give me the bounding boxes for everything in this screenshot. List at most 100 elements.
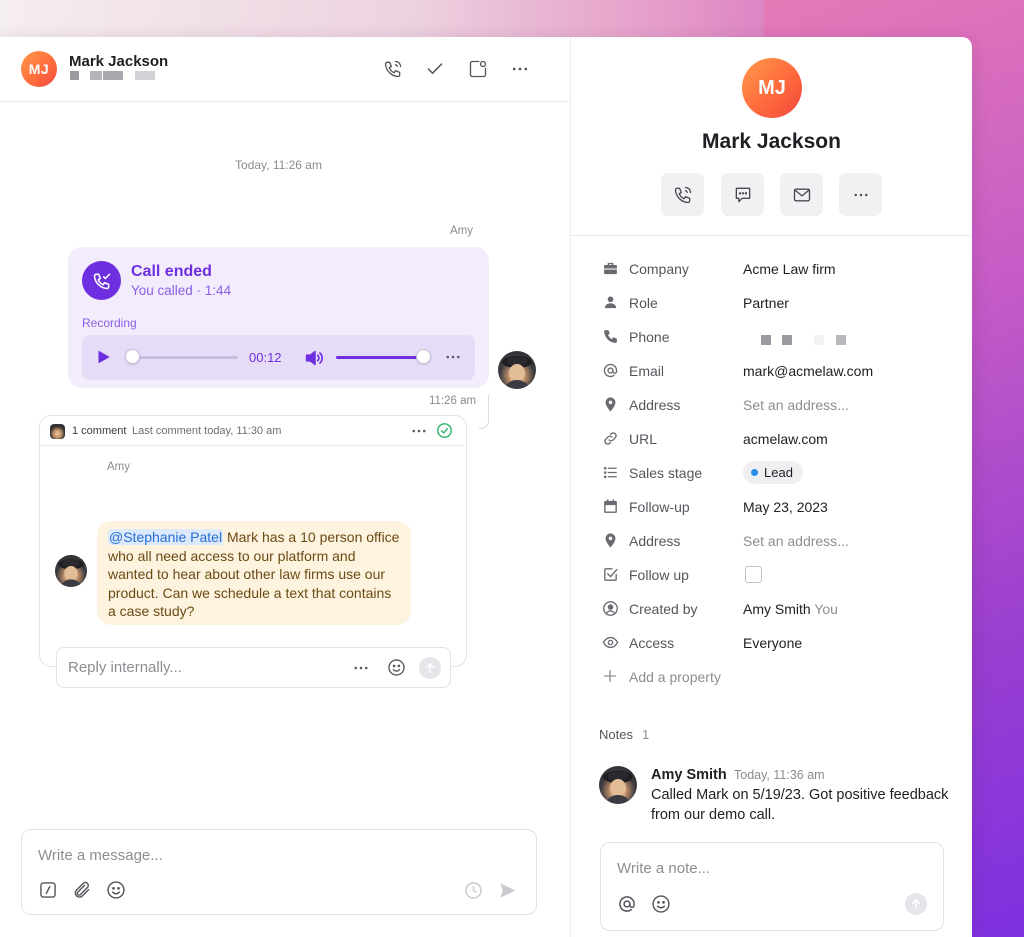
resolve-thread-button[interactable] <box>436 422 453 439</box>
property-value[interactable]: May 23, 2023 <box>743 499 828 515</box>
attach-button[interactable] <box>72 880 92 900</box>
phone-icon <box>383 59 403 79</box>
property-label: Follow up <box>629 567 689 583</box>
property-value[interactable]: Everyone <box>743 635 802 651</box>
play-button[interactable] <box>94 348 112 366</box>
composer-placeholder: Write a message... <box>38 847 163 864</box>
message-sender: Amy <box>450 225 473 237</box>
reply-send-button[interactable] <box>419 657 441 679</box>
more-icon <box>852 186 870 204</box>
property-label: Phone <box>629 329 670 345</box>
property-value[interactable]: Set an address... <box>743 533 849 549</box>
sales-stage-pill[interactable]: Lead <box>743 461 803 484</box>
plus-icon <box>601 667 619 685</box>
note-time: Today, 11:36 am <box>734 768 825 782</box>
property-follow-up-flag[interactable]: Follow up <box>571 558 972 592</box>
note-placeholder: Write a note... <box>617 860 711 877</box>
reply-more-button[interactable] <box>352 659 370 677</box>
phone-icon <box>601 327 619 345</box>
calendar-icon <box>601 497 619 515</box>
profile-message-button[interactable] <box>721 173 764 216</box>
property-sales-stage[interactable]: Sales stage Lead <box>571 456 972 490</box>
play-icon <box>94 348 112 366</box>
property-value[interactable]: Acme Law firm <box>743 261 836 277</box>
property-role[interactable]: Role Partner <box>571 286 972 320</box>
at-icon <box>601 361 619 379</box>
playback-scrubber[interactable] <box>125 349 140 364</box>
contact-details-pane: MJ Mark Jackson Company Acme Law firm Ro… <box>571 37 972 937</box>
volume-track[interactable] <box>336 356 428 359</box>
more-icon <box>510 59 530 79</box>
note-emoji-button[interactable] <box>651 894 671 914</box>
property-value[interactable]: Amy Smith You <box>743 601 838 617</box>
property-value[interactable]: acmelaw.com <box>743 431 828 447</box>
comment-bubble: @Stephanie Patel Mark has a 10 person of… <box>97 521 411 625</box>
property-phone[interactable]: Phone <box>571 320 972 354</box>
last-comment-label: Last comment today, 11:30 am <box>132 425 282 437</box>
mention-tag[interactable]: @Stephanie Patel <box>108 529 224 545</box>
property-access[interactable]: Access Everyone <box>571 626 972 660</box>
add-property-label: Add a property <box>629 669 721 685</box>
call-button[interactable] <box>382 58 404 80</box>
volume-slider-knob[interactable] <box>416 349 432 364</box>
recording-label: Recording <box>82 316 137 330</box>
property-address-2[interactable]: Address Set an address... <box>571 524 972 558</box>
stage-dot <box>751 469 758 476</box>
property-email[interactable]: Email mark@acmelaw.com <box>571 354 972 388</box>
call-ended-card: Call ended You called · 1:44 Recording 0… <box>68 247 489 388</box>
notes-title: Notes <box>599 727 633 742</box>
more-options-button[interactable] <box>509 58 531 80</box>
property-value[interactable]: Partner <box>743 295 789 311</box>
write-note-input[interactable]: Write a note... <box>600 842 944 931</box>
profile-call-button[interactable] <box>661 173 704 216</box>
property-created-by[interactable]: Created by Amy Smith You <box>571 592 972 626</box>
add-property-button[interactable]: Add a property <box>571 660 972 694</box>
reply-internally-input[interactable]: Reply internally... <box>56 647 451 688</box>
contact-name[interactable]: Mark Jackson <box>69 53 168 70</box>
mark-done-button[interactable] <box>424 58 446 80</box>
stage-label: Lead <box>764 465 793 480</box>
composer-emoji-button[interactable] <box>106 880 126 900</box>
message-composer[interactable]: Write a message... <box>21 829 537 915</box>
thread-more-button[interactable] <box>410 422 428 440</box>
property-company[interactable]: Company Acme Law firm <box>571 252 972 286</box>
contact-avatar[interactable]: MJ <box>21 51 57 87</box>
note-mention-button[interactable] <box>617 894 637 914</box>
player-more-button[interactable] <box>444 348 462 366</box>
property-follow-up-date[interactable]: Follow-up May 23, 2023 <box>571 490 972 524</box>
eye-icon <box>601 633 619 651</box>
app-window: MJ Mark Jackson Today, 11:26 am Amy Call… <box>0 37 972 937</box>
note-send-button[interactable] <box>905 893 927 915</box>
schedule-button[interactable] <box>464 881 483 900</box>
send-message-button[interactable] <box>498 881 517 900</box>
property-value[interactable]: Set an address... <box>743 397 849 413</box>
volume-button[interactable] <box>303 347 325 369</box>
property-label: Address <box>629 397 681 413</box>
profile-more-button[interactable] <box>839 173 882 216</box>
property-label: Address <box>629 533 681 549</box>
shortcut-button[interactable] <box>38 880 58 900</box>
toggle-panel-button[interactable] <box>467 58 489 80</box>
more-icon <box>444 348 462 366</box>
property-label: URL <box>629 431 658 447</box>
property-address[interactable]: Address Set an address... <box>571 388 972 422</box>
more-icon <box>352 659 370 677</box>
amy-avatar <box>498 351 536 389</box>
follow-up-checkbox[interactable] <box>745 566 762 583</box>
checkbox-icon <box>601 565 619 583</box>
volume-icon <box>303 347 325 369</box>
property-label: Email <box>629 363 665 379</box>
reply-emoji-button[interactable] <box>387 658 406 677</box>
profile-email-button[interactable] <box>780 173 823 216</box>
notes-heading: Notes 1 <box>599 727 649 742</box>
conversation-pane: MJ Mark Jackson Today, 11:26 am Amy Call… <box>0 37 571 937</box>
property-url[interactable]: URL acmelaw.com <box>571 422 972 456</box>
pin-icon <box>601 531 619 549</box>
pin-icon <box>601 395 619 413</box>
property-value[interactable]: mark@acmelaw.com <box>743 363 873 379</box>
property-label: Sales stage <box>629 465 703 481</box>
call-title: Call ended <box>131 263 212 280</box>
playback-track[interactable] <box>132 356 238 359</box>
comment-count: 1 comment <box>72 425 127 437</box>
thread-connector <box>479 395 489 429</box>
